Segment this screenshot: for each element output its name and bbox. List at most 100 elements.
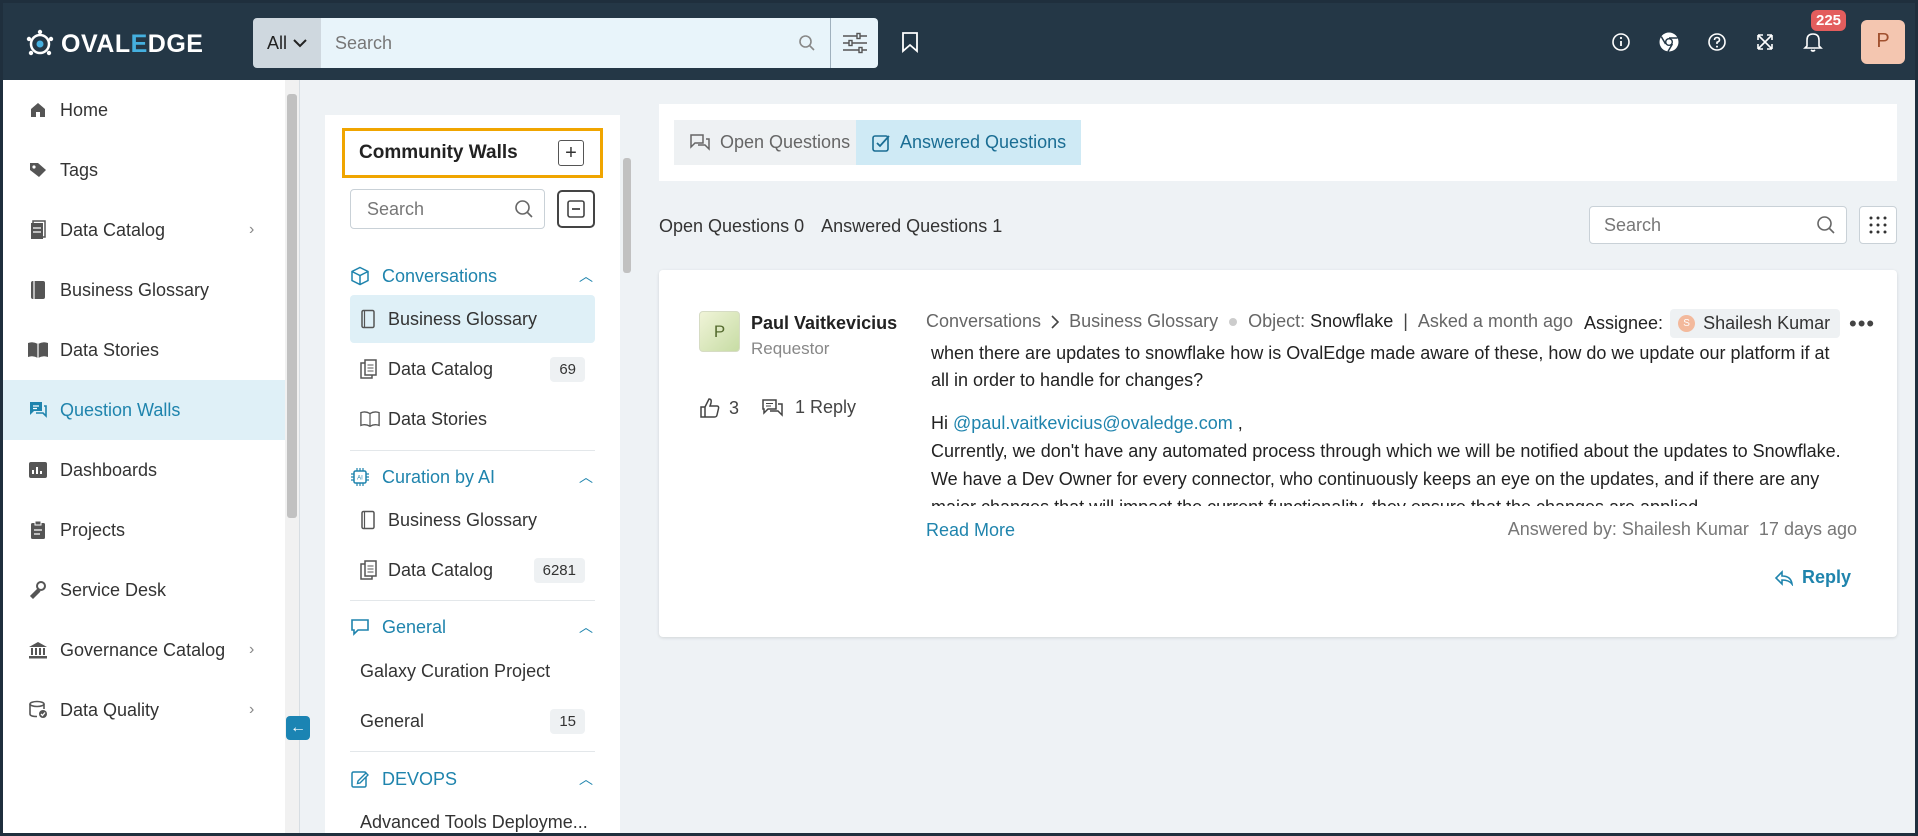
wall-search-input[interactable]: Search	[350, 189, 545, 229]
checkbox-icon	[872, 134, 890, 152]
nav-item-projects[interactable]: Projects	[3, 500, 285, 560]
section-conversations[interactable]: Conversations ︿	[350, 261, 595, 291]
catalog-icon	[360, 359, 380, 379]
section-divider	[350, 450, 595, 451]
dashboard-icon	[27, 459, 49, 481]
search-icon	[799, 35, 815, 51]
chevron-up-icon[interactable]: ︿	[579, 769, 593, 789]
nav-item-tags[interactable]: Tags	[3, 140, 285, 200]
add-wall-button[interactable]: +	[558, 140, 584, 166]
wall-item-data-catalog[interactable]: Data Catalog 69	[350, 345, 595, 393]
advanced-filter-button[interactable]	[830, 18, 878, 68]
bookmark-button[interactable]	[901, 31, 919, 58]
global-search-input[interactable]: Search	[321, 18, 830, 68]
separator: |	[1403, 311, 1408, 331]
clipboard-icon	[27, 519, 49, 541]
chat-icon	[27, 399, 49, 421]
wall-scrollbar[interactable]	[620, 108, 632, 833]
open-book-icon	[360, 410, 380, 428]
chevron-up-icon[interactable]: ︿	[579, 266, 593, 286]
chevron-right-icon: ›	[249, 641, 255, 658]
replies-button[interactable]: 1 Reply	[761, 397, 856, 418]
wall-scrollbar-thumb[interactable]	[623, 158, 631, 273]
separator-dot	[1229, 317, 1238, 326]
section-divider	[350, 600, 595, 601]
nav-item-data-catalog[interactable]: Data Catalog ›	[3, 200, 285, 260]
book-icon	[27, 279, 49, 301]
fullscreen-button[interactable]	[1741, 33, 1789, 51]
nav-item-data-quality[interactable]: Data Quality ›	[3, 680, 285, 740]
nav-item-data-stories[interactable]: Data Stories	[3, 320, 285, 380]
section-devops[interactable]: DEVOPS ︿	[350, 764, 595, 794]
book-icon	[360, 510, 380, 530]
wall-item-ai-data-catalog[interactable]: Data Catalog 6281	[350, 546, 595, 594]
wall-item-business-glossary[interactable]: Business Glossary	[350, 295, 595, 343]
nav-item-service-desk[interactable]: Service Desk	[3, 560, 285, 620]
info-button[interactable]	[1597, 32, 1645, 52]
like-button[interactable]: 3	[699, 397, 739, 419]
tab-answered-questions[interactable]: Answered Questions	[856, 120, 1082, 165]
more-options-icon[interactable]: •••	[1849, 311, 1875, 337]
logo[interactable]: OVALEDGE	[25, 29, 203, 59]
user-mention[interactable]: @paul.vaitkevicius@ovaledge.com	[953, 413, 1233, 433]
chevron-up-icon[interactable]: ︿	[579, 617, 593, 637]
grid-icon	[1869, 216, 1887, 234]
catalog-icon	[360, 560, 380, 580]
tag-icon	[27, 159, 49, 181]
view-options-button[interactable]	[1859, 206, 1897, 244]
item-count: 69	[550, 356, 585, 382]
open-questions-count: Open Questions 0	[659, 216, 805, 236]
nav-item-governance-catalog[interactable]: Governance Catalog ›	[3, 620, 285, 680]
logo-text: OVALEDGE	[61, 29, 204, 58]
chevron-right-icon: ›	[249, 221, 255, 238]
help-button[interactable]	[1693, 32, 1741, 52]
bank-icon	[27, 639, 49, 661]
answered-by: Answered by: Shailesh Kumar 17 days ago	[1507, 519, 1857, 539]
reply-count: 1 Reply	[795, 397, 857, 417]
service-icon	[27, 579, 49, 601]
question-tabs: Open Questions Answered Questions	[659, 104, 1897, 181]
logo-icon	[26, 29, 54, 56]
question-counts: Open Questions 0 Answered Questions 1	[659, 216, 1015, 237]
requestor-role: Requestor	[751, 339, 830, 358]
section-general[interactable]: General ︿	[350, 612, 595, 642]
help-icon	[1708, 32, 1726, 51]
read-more-link[interactable]: Read More	[926, 520, 1015, 541]
question-search-input[interactable]: Search	[1589, 206, 1847, 244]
global-search: All Search	[253, 18, 878, 68]
assignee-chip[interactable]: S Shailesh Kumar	[1670, 309, 1841, 338]
wall-item-galaxy-curation-project[interactable]: Galaxy Curation Project	[350, 647, 595, 695]
assignee-name: Shailesh Kumar	[1703, 313, 1831, 333]
nav-item-business-glossary[interactable]: Business Glossary	[3, 260, 285, 320]
search-scope-dropdown[interactable]: All	[253, 18, 321, 68]
browser-extension-button[interactable]	[1645, 31, 1693, 53]
breadcrumb-conversations[interactable]: Conversations	[926, 311, 1041, 332]
collapse-nav-button[interactable]: ←	[286, 716, 310, 740]
reply-button[interactable]: Reply	[1774, 567, 1851, 588]
nav-item-question-walls[interactable]: Question Walls	[3, 380, 285, 440]
wall-item-advanced-tools[interactable]: Advanced Tools Deployme...	[350, 798, 595, 833]
object-label: Object:	[1248, 311, 1306, 331]
catalog-icon	[27, 219, 49, 241]
home-icon	[27, 99, 49, 121]
nav-scrollbar-thumb[interactable]	[287, 94, 297, 518]
user-avatar[interactable]: P	[1861, 19, 1905, 64]
breadcrumb-business-glossary[interactable]: Business Glossary	[1069, 311, 1218, 332]
sliders-icon	[842, 32, 867, 54]
nav-item-home[interactable]: Home	[3, 80, 285, 140]
wall-item-general[interactable]: General 15	[350, 697, 595, 745]
section-curation-by-ai[interactable]: AI Curation by AI ︿	[350, 462, 595, 492]
nav-item-dashboards[interactable]: Dashboards	[3, 440, 285, 500]
wall-item-data-stories[interactable]: Data Stories	[350, 395, 595, 443]
header-actions: 225 P	[1597, 3, 1915, 80]
bell-icon	[1803, 32, 1823, 52]
collapse-all-button[interactable]	[557, 190, 595, 228]
item-count: 15	[550, 708, 585, 734]
notifications-button[interactable]: 225	[1789, 9, 1847, 53]
object-value[interactable]: Snowflake	[1310, 311, 1393, 332]
tab-open-questions[interactable]: Open Questions	[674, 120, 866, 165]
wall-item-ai-business-glossary[interactable]: Business Glossary	[350, 496, 595, 544]
chevron-up-icon[interactable]: ︿	[579, 467, 593, 487]
requestor-name[interactable]: Paul Vaitkevicius	[751, 313, 897, 334]
community-walls-panel: Community Walls + Search Conversations ︿…	[325, 115, 620, 833]
